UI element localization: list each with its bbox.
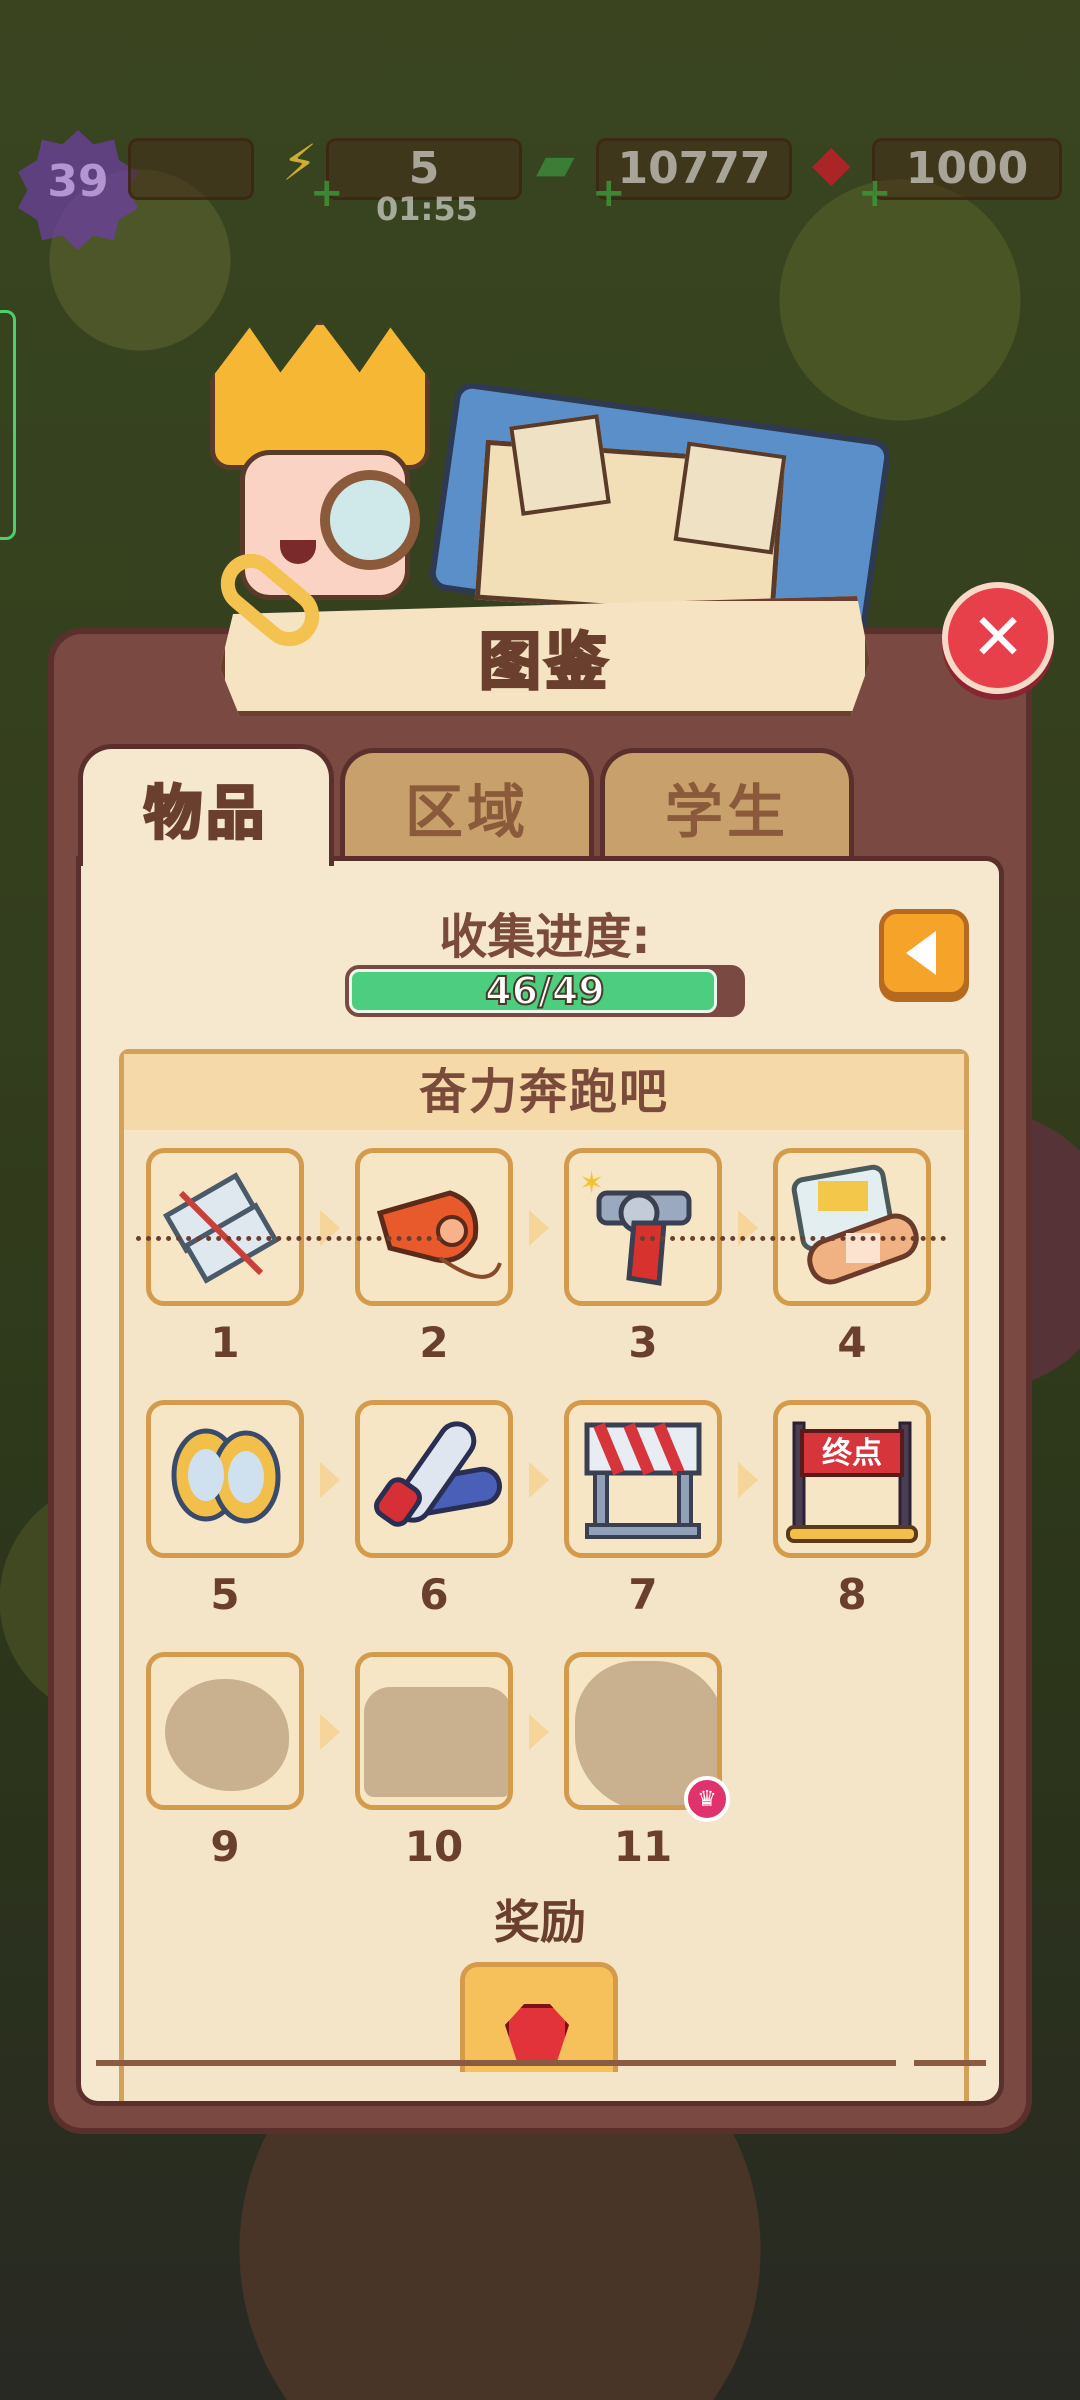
magnifying-glass-icon bbox=[320, 470, 420, 570]
item-number: 7 bbox=[628, 1570, 658, 1619]
arrow-right-icon bbox=[320, 1462, 340, 1498]
item-number: 5 bbox=[210, 1570, 240, 1619]
crown-hat-icon bbox=[210, 320, 430, 470]
progress-bar: 46/49 bbox=[345, 965, 745, 1017]
item-slot-1[interactable] bbox=[146, 1148, 304, 1306]
item-slot-8[interactable]: 终点 bbox=[773, 1400, 931, 1558]
add-cash-icon[interactable]: + bbox=[592, 170, 626, 216]
item-slot-10[interactable] bbox=[355, 1652, 513, 1810]
item-number: 10 bbox=[404, 1822, 464, 1871]
bandage-icon bbox=[791, 1164, 919, 1285]
arrow-right-icon bbox=[529, 1210, 549, 1246]
item-slot-9[interactable] bbox=[146, 1652, 304, 1810]
item-slot-7[interactable] bbox=[564, 1400, 722, 1558]
arrow-right-icon bbox=[738, 1462, 758, 1498]
reward-divider-right bbox=[640, 1236, 946, 1241]
back-button[interactable] bbox=[879, 909, 969, 997]
item-number: 9 bbox=[210, 1822, 240, 1871]
level-number: 39 bbox=[47, 156, 109, 207]
cash-icon: ▰ bbox=[536, 134, 575, 192]
tab-students[interactable]: 学生 bbox=[600, 748, 854, 860]
add-energy-icon[interactable]: + bbox=[310, 170, 344, 216]
locked-silhouette-icon bbox=[364, 1687, 508, 1797]
relay-baton-icon bbox=[374, 1421, 502, 1527]
item-slot-6[interactable] bbox=[355, 1400, 513, 1558]
finish-line-text: 终点 bbox=[822, 1436, 882, 1471]
hurdle-icon bbox=[584, 1422, 702, 1539]
whistle-icon bbox=[376, 1190, 502, 1279]
sneakers-icon bbox=[171, 1428, 281, 1524]
gem-icon: ◆ bbox=[812, 134, 851, 192]
locked-silhouette-icon bbox=[165, 1679, 289, 1791]
scroll-bottom-rule bbox=[96, 2060, 896, 2066]
scissors-photo-icon bbox=[673, 441, 787, 555]
item-number: 6 bbox=[419, 1570, 449, 1619]
xp-bar bbox=[128, 138, 254, 200]
energy-timer: 01:55 bbox=[376, 190, 478, 228]
resource-bar: 39 5 ⚡ + 01:55 10777 ▰ + 1000 ◆ + bbox=[0, 130, 1080, 250]
arrow-right-icon bbox=[320, 1714, 340, 1750]
plant-photo-icon bbox=[509, 414, 611, 516]
close-x-icon: ✕ bbox=[971, 601, 1025, 675]
item-number: 8 bbox=[837, 1570, 867, 1619]
crown-badge-icon: ♛ bbox=[684, 1776, 730, 1822]
item-number: 4 bbox=[837, 1318, 867, 1367]
add-gem-icon[interactable]: + bbox=[858, 170, 892, 216]
item-slot-4[interactable] bbox=[773, 1148, 931, 1306]
race-bib-icon bbox=[162, 1172, 280, 1284]
item-number: 3 bbox=[628, 1318, 658, 1367]
triangle-left-icon bbox=[906, 931, 936, 975]
progress-text: 46/49 bbox=[484, 968, 606, 1014]
item-number: 1 bbox=[210, 1318, 240, 1367]
set-title: 奋力奔跑吧 bbox=[124, 1054, 964, 1130]
scroll-bottom-rule-end bbox=[914, 2060, 986, 2066]
gem-counter: 1000 bbox=[872, 138, 1062, 200]
item-slot-3[interactable]: ✶ bbox=[564, 1148, 722, 1306]
arrow-right-icon bbox=[529, 1462, 549, 1498]
close-button[interactable]: ✕ bbox=[942, 582, 1054, 694]
arrow-right-icon bbox=[529, 1714, 549, 1750]
dialog-title: 图鉴 bbox=[477, 624, 611, 700]
reward-label: 奖励 bbox=[494, 1895, 586, 1949]
item-number: 2 bbox=[419, 1318, 449, 1367]
reward-divider-left bbox=[136, 1236, 442, 1241]
tab-items[interactable]: 物品 bbox=[78, 744, 334, 866]
item-slot-5[interactable] bbox=[146, 1400, 304, 1558]
progress-label: 收集进度: bbox=[439, 909, 651, 965]
finish-line-icon: 终点 bbox=[786, 1421, 918, 1543]
item-number: 11 bbox=[613, 1822, 673, 1871]
item-slot-2[interactable] bbox=[355, 1148, 513, 1306]
svg-text:✶: ✶ bbox=[579, 1166, 604, 1201]
tab-areas[interactable]: 区域 bbox=[340, 748, 594, 860]
starting-pistol-icon: ✶ bbox=[579, 1166, 692, 1286]
side-tab-edge[interactable] bbox=[0, 310, 16, 540]
